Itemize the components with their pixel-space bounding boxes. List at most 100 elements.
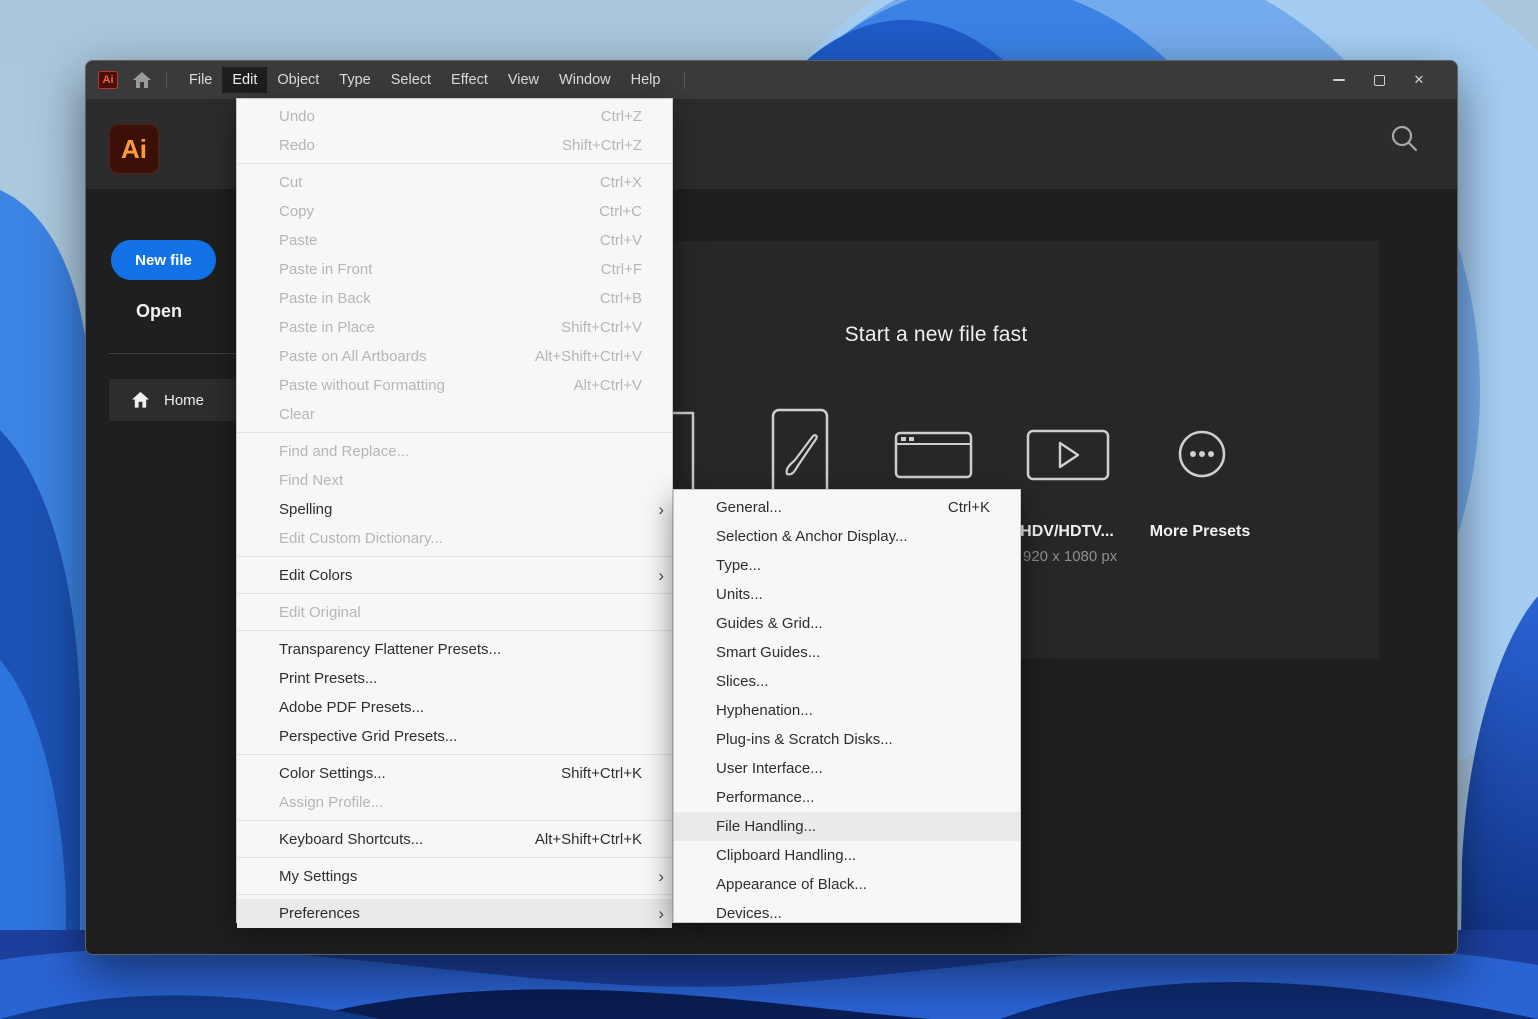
menu-item[interactable]: Edit Colors › bbox=[237, 561, 672, 594]
menu-item[interactable]: Edit Custom Dictionary... bbox=[237, 524, 672, 557]
menu-item[interactable]: Paste Ctrl+V bbox=[237, 226, 672, 255]
menu-item[interactable]: Redo Shift+Ctrl+Z bbox=[237, 131, 672, 164]
menubar-item[interactable]: Select bbox=[381, 67, 441, 93]
edit-menu: Undo Ctrl+Z Redo Shift+Ctrl+Z Cut Ctrl+X… bbox=[236, 98, 673, 928]
menu-item[interactable]: File Handling... bbox=[674, 812, 1020, 841]
menu-item[interactable]: Smart Guides... bbox=[674, 638, 1020, 667]
menu-item-shortcut: Shift+Ctrl+V bbox=[561, 319, 642, 336]
preset-web-icon[interactable] bbox=[894, 431, 973, 479]
menu-item-shortcut: Ctrl+V bbox=[599, 232, 642, 249]
menu-item[interactable]: Paste in Back Ctrl+B bbox=[237, 284, 672, 313]
menubar-item[interactable]: Help bbox=[621, 67, 671, 93]
more-presets-label[interactable]: More Presets bbox=[1130, 523, 1270, 541]
preferences-submenu: General... Ctrl+K Selection & Anchor Dis… bbox=[673, 489, 1021, 923]
menu-item[interactable]: Clipboard Handling... bbox=[674, 841, 1020, 870]
search-icon[interactable] bbox=[1389, 123, 1419, 153]
menu-item[interactable]: Color Settings... Shift+Ctrl+K bbox=[237, 759, 672, 788]
menu-item[interactable]: Paste on All Artboards Alt+Shift+Ctrl+V bbox=[237, 342, 672, 371]
menu-item[interactable]: Undo Ctrl+Z bbox=[237, 102, 672, 131]
close-button[interactable]: ✕ bbox=[1399, 61, 1439, 99]
menu-item-shortcut: Alt+Shift+Ctrl+V bbox=[534, 348, 642, 365]
menu-item-label: Paste in Place bbox=[279, 319, 375, 336]
menu-item[interactable]: Paste in Front Ctrl+F bbox=[237, 255, 672, 284]
menu-item-label: Redo bbox=[279, 137, 315, 154]
menu-item-label: Edit Colors bbox=[279, 567, 353, 584]
menubar-item-label: Effect bbox=[451, 72, 488, 88]
menu-item[interactable]: Paste in Place Shift+Ctrl+V bbox=[237, 313, 672, 342]
menu-item[interactable]: Type... bbox=[674, 551, 1020, 580]
menu-item[interactable]: Devices... bbox=[674, 899, 1020, 928]
menu-item-label: Adobe PDF Presets... bbox=[279, 699, 425, 716]
maximize-button[interactable] bbox=[1359, 61, 1399, 99]
menubar-item[interactable]: View bbox=[498, 67, 549, 93]
menubar-item[interactable]: Type bbox=[329, 67, 380, 93]
menubar-item[interactable]: Object bbox=[267, 67, 329, 93]
chevron-right-icon: › bbox=[658, 904, 664, 923]
menu-item[interactable]: Spelling › bbox=[237, 495, 672, 524]
menu-item[interactable]: Guides & Grid... bbox=[674, 609, 1020, 638]
chevron-right-icon: › bbox=[658, 867, 664, 886]
menubar-item-label: File bbox=[189, 72, 213, 88]
menu-item[interactable]: Selection & Anchor Display... bbox=[674, 522, 1020, 551]
menu-item[interactable]: Paste without Formatting Alt+Ctrl+V bbox=[237, 371, 672, 400]
preset-illustration-icon[interactable] bbox=[771, 408, 829, 502]
menu-item-label: Keyboard Shortcuts... bbox=[279, 831, 424, 848]
menu-item[interactable]: Units... bbox=[674, 580, 1020, 609]
home-icon[interactable] bbox=[132, 71, 152, 89]
menu-item[interactable]: Hyphenation... bbox=[674, 696, 1020, 725]
menu-item-label: Transparency Flattener Presets... bbox=[279, 641, 502, 658]
menubar-item-label: Object bbox=[277, 72, 320, 88]
menu-item[interactable]: General... Ctrl+K bbox=[674, 493, 1020, 522]
menu-item[interactable]: Edit Original bbox=[237, 598, 672, 631]
menu-item[interactable]: Preferences › bbox=[237, 899, 672, 928]
menu-item-label: Appearance of Black... bbox=[716, 876, 867, 893]
menubar-item[interactable]: Window bbox=[549, 67, 621, 93]
menu-item[interactable]: Plug-ins & Scratch Disks... bbox=[674, 725, 1020, 754]
menu-item[interactable]: Copy Ctrl+C bbox=[237, 197, 672, 226]
menu-item[interactable]: Find Next bbox=[237, 466, 672, 495]
chevron-right-icon: › bbox=[658, 566, 664, 585]
minimize-icon bbox=[1333, 79, 1345, 81]
menubar-item[interactable]: File bbox=[179, 67, 222, 93]
menu-item[interactable]: Perspective Grid Presets... bbox=[237, 722, 672, 755]
menu-item-label: Paste without Formatting bbox=[279, 377, 445, 394]
menu-item-label: Find Next bbox=[279, 472, 344, 489]
menu-item-label: Edit Original bbox=[279, 604, 361, 621]
more-presets-icon[interactable] bbox=[1177, 429, 1227, 479]
menu-item[interactable]: Appearance of Black... bbox=[674, 870, 1020, 899]
menu-item-label: Hyphenation... bbox=[716, 702, 813, 719]
menu-item-label: Performance... bbox=[716, 789, 815, 806]
menu-item-label: My Settings bbox=[279, 868, 358, 885]
house-icon bbox=[131, 391, 150, 408]
menu-item-label: Assign Profile... bbox=[279, 794, 384, 811]
menu-item-label: Print Presets... bbox=[279, 670, 378, 687]
menu-item[interactable]: Adobe PDF Presets... bbox=[237, 693, 672, 722]
menu-item[interactable]: User Interface... bbox=[674, 754, 1020, 783]
minimize-button[interactable] bbox=[1319, 61, 1359, 99]
menu-item[interactable]: Cut Ctrl+X bbox=[237, 168, 672, 197]
menu-item[interactable]: Print Presets... bbox=[237, 664, 672, 693]
menu-item[interactable]: Find and Replace... bbox=[237, 437, 672, 466]
menu-item[interactable]: Clear bbox=[237, 400, 672, 433]
menu-item[interactable]: Slices... bbox=[674, 667, 1020, 696]
preset-video-icon[interactable] bbox=[1026, 429, 1110, 481]
menu-item[interactable]: Performance... bbox=[674, 783, 1020, 812]
preset-hdv-size: 920 x 1080 px bbox=[1023, 548, 1118, 565]
menu-item[interactable]: Assign Profile... bbox=[237, 788, 672, 821]
maximize-icon bbox=[1373, 74, 1385, 86]
sidebar-item-home[interactable]: Home bbox=[109, 379, 238, 421]
menu-item-shortcut: Ctrl+K bbox=[947, 499, 990, 516]
menu-item-label: General... bbox=[716, 499, 782, 516]
menu-item-label: Units... bbox=[716, 586, 763, 603]
menubar-item[interactable]: Effect bbox=[441, 67, 498, 93]
menu-item-label: Undo bbox=[279, 108, 315, 125]
menubar-item[interactable]: Edit bbox=[222, 67, 268, 93]
open-button[interactable]: Open bbox=[136, 301, 182, 322]
menu-item[interactable]: My Settings › bbox=[237, 862, 672, 895]
menubar-item-label: Type bbox=[339, 72, 371, 88]
new-file-button[interactable]: New file bbox=[111, 240, 216, 280]
sidebar-home-label: Home bbox=[164, 391, 205, 409]
menu-item[interactable]: Keyboard Shortcuts... Alt+Shift+Ctrl+K bbox=[237, 825, 672, 858]
menu-item[interactable]: Transparency Flattener Presets... bbox=[237, 635, 672, 664]
menu-item-label: Perspective Grid Presets... bbox=[279, 728, 458, 745]
